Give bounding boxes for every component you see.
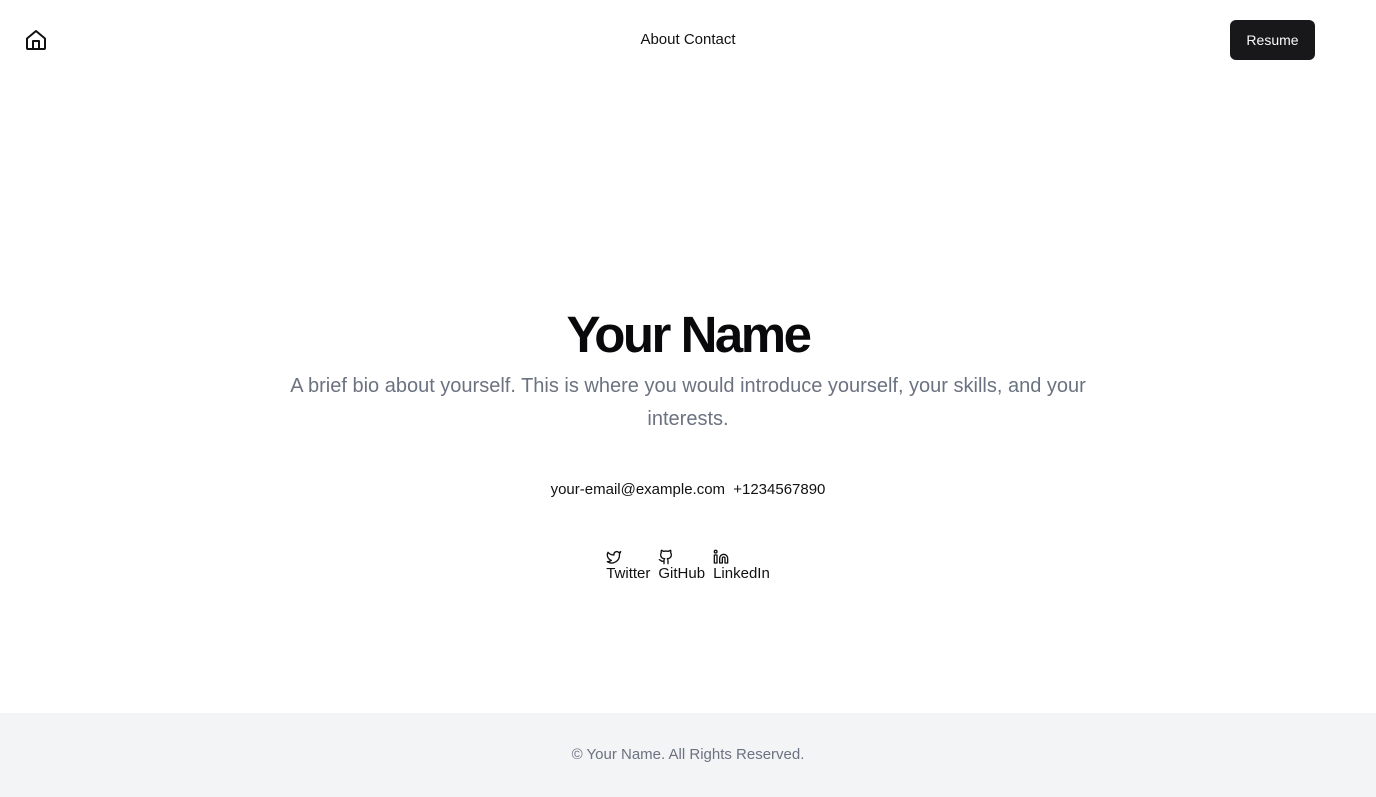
social-links: Twitter GitHub LinkedIn bbox=[0, 549, 1376, 583]
social-label-twitter: Twitter bbox=[606, 565, 651, 582]
social-label-github: GitHub bbox=[658, 565, 706, 582]
social-label-linkedin: LinkedIn bbox=[713, 565, 770, 582]
resume-button[interactable]: Resume bbox=[1230, 20, 1315, 60]
hero-section: Your Name A brief bio about yourself. Th… bbox=[0, 304, 1376, 436]
social-link-twitter[interactable]: Twitter bbox=[606, 549, 650, 583]
linkedin-icon bbox=[713, 549, 729, 564]
email-link[interactable]: your-email@example.com bbox=[551, 481, 725, 498]
twitter-icon bbox=[606, 551, 622, 564]
contact-info: your-email@example.com +1234567890 bbox=[0, 481, 1376, 499]
social-link-github[interactable]: GitHub bbox=[658, 549, 705, 583]
page-title: Your Name bbox=[566, 306, 812, 363]
site-footer: © Your Name. All Rights Reserved. bbox=[0, 713, 1376, 797]
footer-copyright: © Your Name. All Rights Reserved. bbox=[571, 746, 805, 763]
nav-link-contact[interactable]: Contact bbox=[684, 31, 736, 48]
phone-link[interactable]: +1234567890 bbox=[733, 481, 825, 498]
github-icon bbox=[659, 549, 673, 565]
social-link-linkedin[interactable]: LinkedIn bbox=[713, 549, 770, 583]
site-header: About Contact Resume bbox=[0, 0, 1376, 80]
main-nav: About Contact bbox=[0, 31, 1376, 49]
hero-bio: A brief bio about yourself. This is wher… bbox=[290, 375, 1086, 430]
nav-link-about[interactable]: About bbox=[640, 31, 679, 48]
